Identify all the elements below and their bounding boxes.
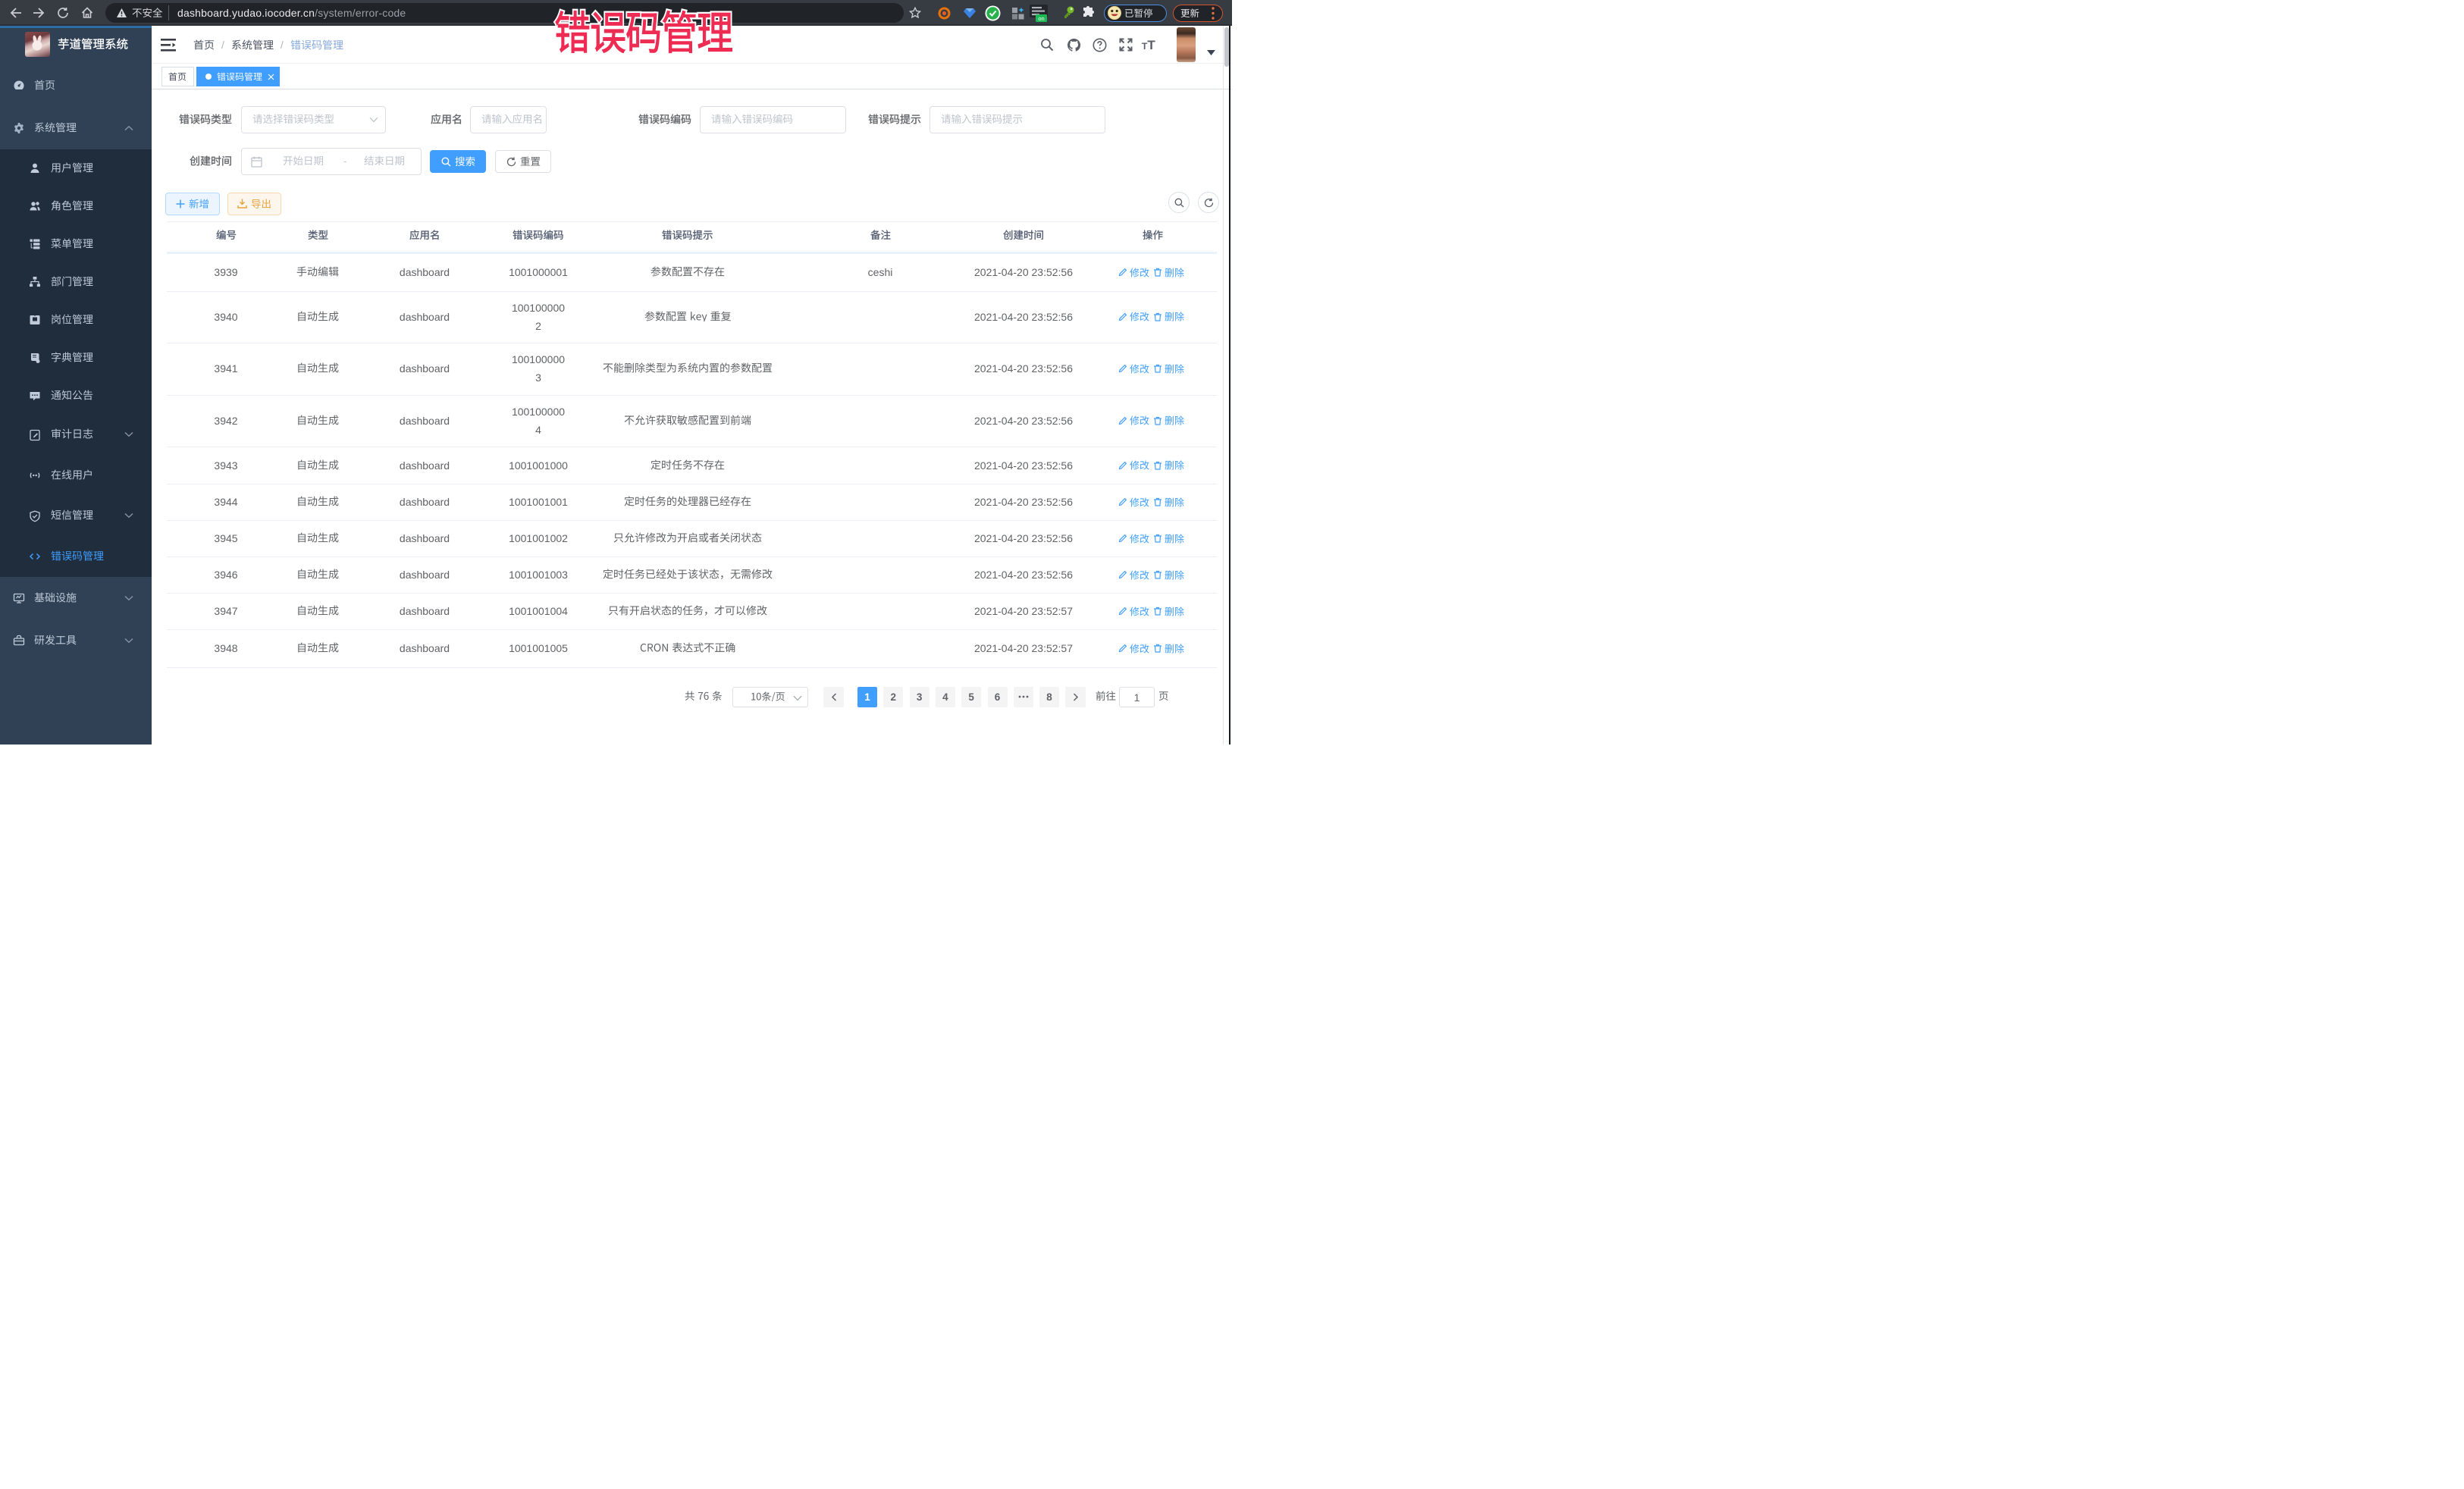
- svg-text:on: on: [1038, 15, 1044, 22]
